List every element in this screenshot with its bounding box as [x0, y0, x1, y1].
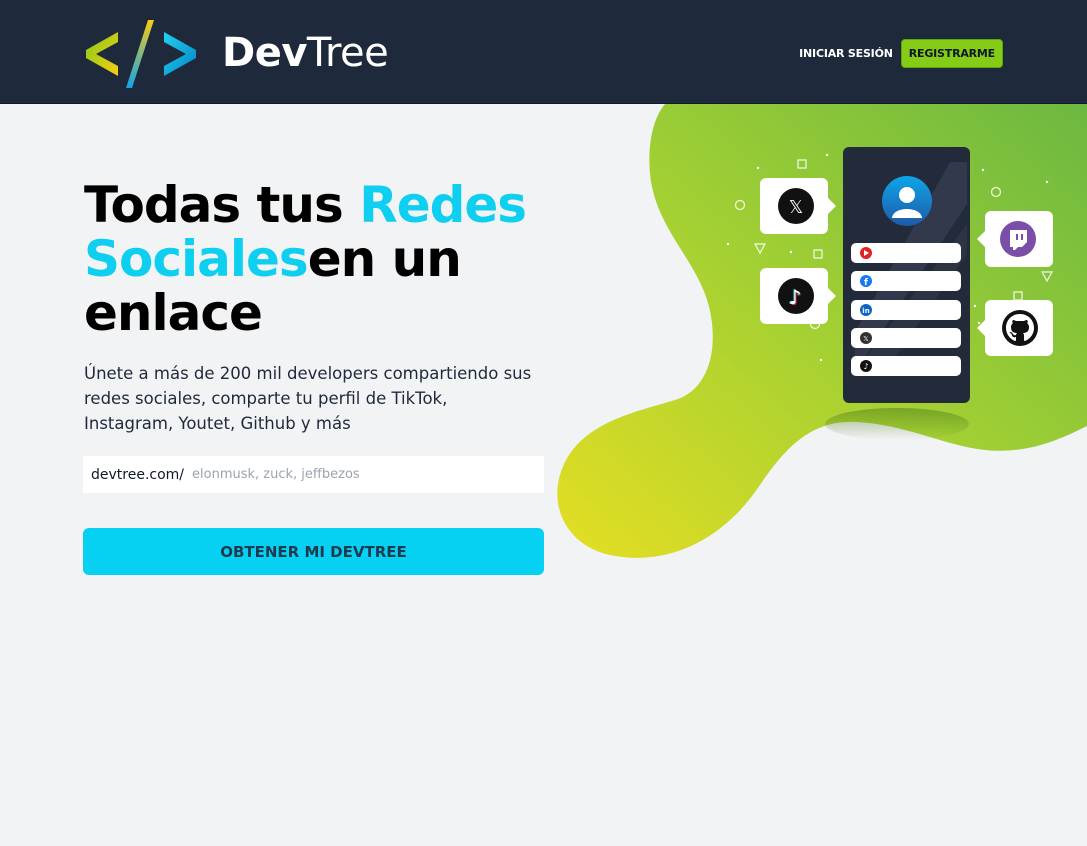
login-link[interactable]: INICIAR SESIÓN: [799, 41, 893, 66]
logo-wordmark-dev: Dev: [222, 30, 307, 76]
hero-illustration: f in 𝕏 ♪ 𝕏 ♪ ♪ ♪: [555, 104, 1087, 564]
get-devtree-button[interactable]: OBTENER MI DEVTREE: [83, 528, 544, 575]
logo-wordmark: DevTree: [222, 30, 389, 76]
slug-input[interactable]: [192, 456, 544, 493]
x-bubble: 𝕏: [760, 178, 836, 234]
hero-title-part1: Todas tus: [84, 176, 360, 234]
svg-text:in: in: [862, 307, 869, 315]
svg-text:♪: ♪: [789, 285, 802, 309]
top-header: DevTree INICIAR SESIÓN REGISTRARME: [0, 0, 1087, 104]
svg-text:♪: ♪: [863, 362, 868, 371]
slug-prefix: devtree.com/: [91, 466, 185, 483]
hero-title: Todas tus Redes Socialesen un enlace: [84, 178, 554, 340]
twitch-bubble: [977, 211, 1053, 267]
devtree-logo[interactable]: DevTree: [82, 18, 389, 88]
slug-field: devtree.com/: [83, 456, 544, 493]
svg-text:f: f: [864, 278, 868, 288]
hero-description: Únete a más de 200 mil developers compar…: [84, 364, 532, 433]
phone-mockup: f in 𝕏 ♪: [843, 147, 970, 403]
svg-text:𝕏: 𝕏: [789, 197, 804, 218]
logo-wordmark-tree: Tree: [306, 30, 389, 76]
tiktok-bubble: ♪ ♪ ♪: [760, 268, 836, 324]
svg-text:𝕏: 𝕏: [863, 335, 869, 343]
header-nav: INICIAR SESIÓN REGISTRARME: [799, 39, 1003, 68]
code-brackets-icon: [86, 20, 196, 88]
github-bubble: [977, 300, 1053, 356]
register-button[interactable]: REGISTRARME: [900, 39, 1003, 68]
